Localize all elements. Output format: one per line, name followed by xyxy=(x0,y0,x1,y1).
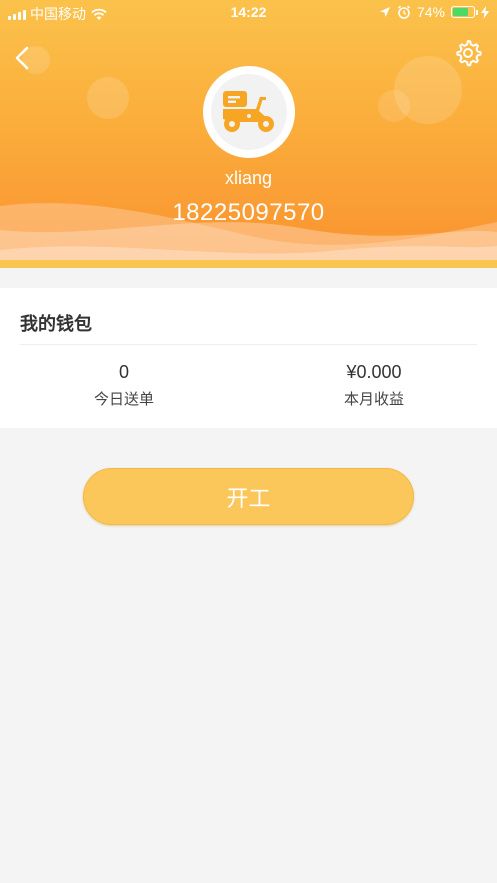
start-work-button[interactable]: 开工 xyxy=(83,468,414,525)
status-bar: 中国移动 14:22 74% xyxy=(0,0,497,26)
wallet-title: 我的钱包 xyxy=(20,314,92,335)
scooter-icon xyxy=(223,91,274,132)
location-icon xyxy=(379,7,390,17)
battery-icon xyxy=(451,6,478,18)
settings-button[interactable] xyxy=(453,38,483,68)
stat-value: ¥0.000 xyxy=(346,362,402,382)
divider xyxy=(20,344,477,345)
charging-icon xyxy=(481,5,489,19)
stat-today-orders[interactable]: 0 今日送单 xyxy=(24,362,224,409)
back-icon xyxy=(15,46,29,70)
back-button[interactable] xyxy=(10,42,38,74)
stat-value: 0 xyxy=(118,362,129,382)
username: xliang xyxy=(224,168,273,188)
battery-percent: 74% xyxy=(416,4,445,20)
avatar[interactable] xyxy=(203,66,295,158)
alarm-icon xyxy=(397,5,411,19)
wallet-card: 我的钱包 0 今日送单 ¥0.000 本月收益 xyxy=(0,288,497,428)
phone-number: 18225097570 xyxy=(172,199,325,226)
stat-label: 今日送单 xyxy=(93,390,154,408)
gear-icon xyxy=(456,40,482,67)
stat-label: 本月收益 xyxy=(343,390,404,408)
stat-month-income[interactable]: ¥0.000 本月收益 xyxy=(274,362,474,409)
header-bottom-strip xyxy=(0,260,497,268)
